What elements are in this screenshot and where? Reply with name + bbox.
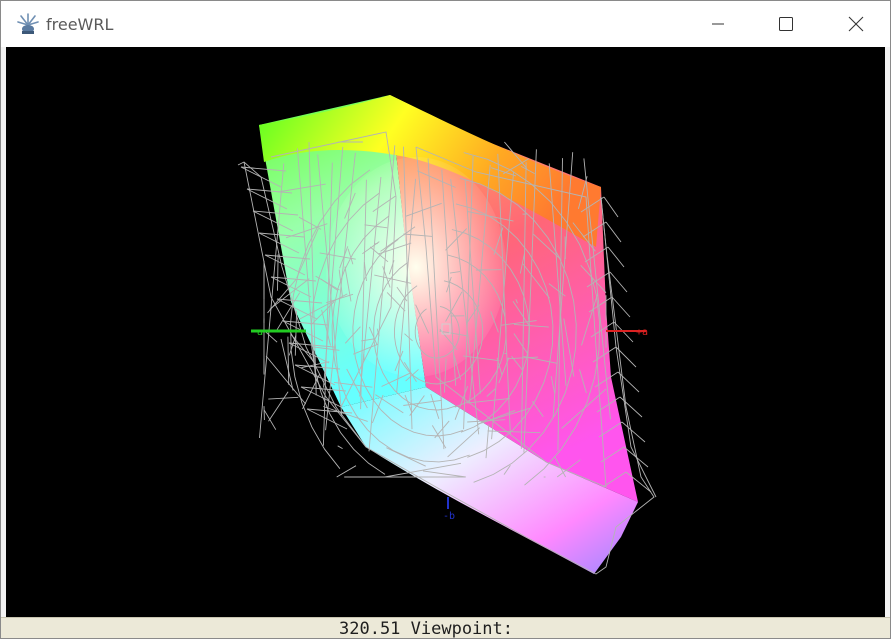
axis-label-neg-a: -a xyxy=(251,327,263,338)
window-title: freeWRL xyxy=(46,15,114,34)
maximize-button[interactable] xyxy=(752,1,820,47)
gamut-scene: -a +a -b xyxy=(237,95,657,575)
close-icon xyxy=(848,16,864,32)
minimize-button[interactable] xyxy=(684,1,752,47)
close-button[interactable] xyxy=(822,1,890,47)
axis-b-negative: -b xyxy=(443,497,455,522)
minimize-icon xyxy=(712,23,724,25)
app-window: freeWRL -a +a -b 320.51 Viewpoint: xyxy=(0,0,891,639)
title-bar[interactable]: freeWRL xyxy=(1,1,890,47)
axis-label-neg-b: -b xyxy=(443,511,455,522)
3d-viewport[interactable]: -a +a -b xyxy=(6,47,885,617)
axis-label-pos-a: +a xyxy=(636,327,648,338)
freewrl-logo-icon xyxy=(17,12,39,36)
maximize-icon xyxy=(779,17,793,31)
status-text: 320.51 Viewpoint: xyxy=(339,619,513,639)
status-bar: 320.51 Viewpoint: xyxy=(1,617,890,639)
